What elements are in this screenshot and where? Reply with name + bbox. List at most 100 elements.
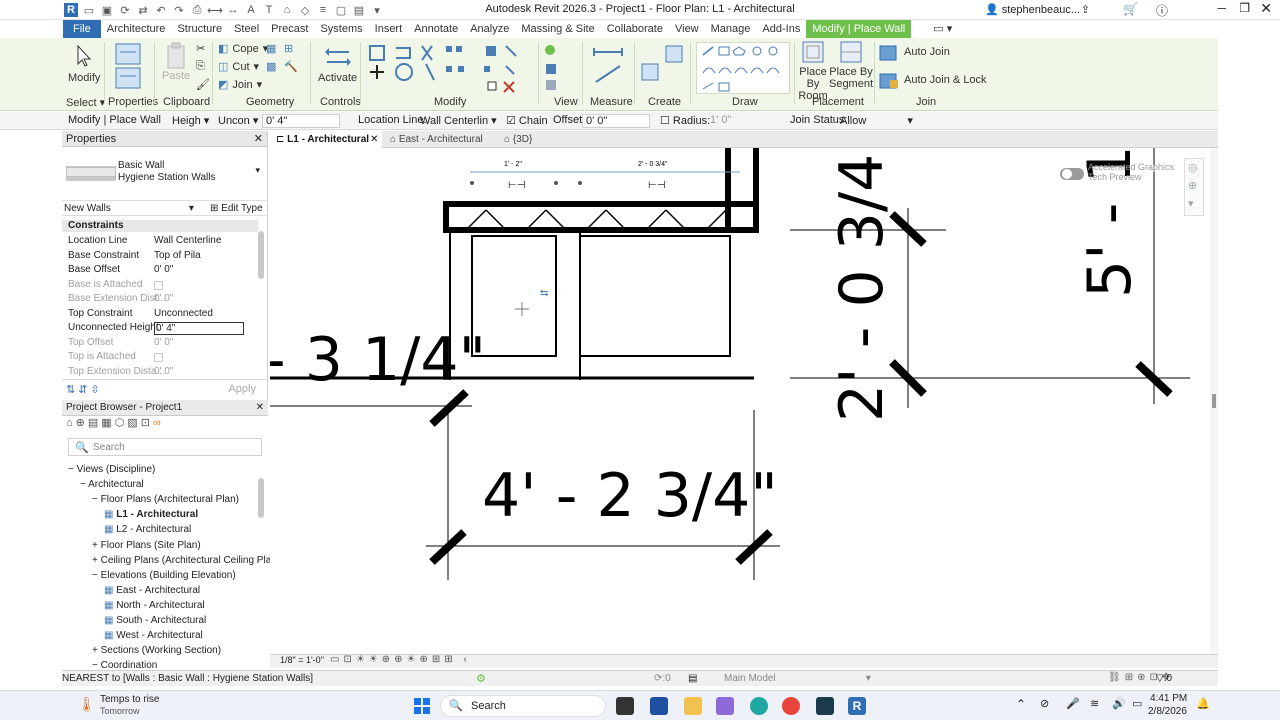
ribbon-minimize-toggle[interactable]: ▭ ▾ <box>927 20 958 38</box>
weather-icon[interactable]: 🌡 <box>78 696 96 713</box>
properties-scrollbar[interactable] <box>258 231 264 279</box>
property-row[interactable]: Top is Attached <box>68 351 246 365</box>
tree-views-discipline[interactable]: − Views (Discipline) <box>68 464 155 475</box>
tree-east[interactable]: ▦ East - Architectural <box>104 585 200 596</box>
tree-ceiling-plans[interactable]: + Ceiling Plans (Architectural Ceiling P… <box>92 555 271 566</box>
tab-insert[interactable]: Insert <box>369 20 409 38</box>
volume-icon[interactable]: 🔊 <box>1112 697 1126 710</box>
auto-join-lock-button[interactable]: Auto Join & Lock <box>878 70 987 90</box>
tree-l2-architectural[interactable]: ▦ L2 - Architectural <box>104 524 191 535</box>
steering-wheel-icon[interactable]: ◎ <box>1188 161 1198 174</box>
collapse-icon[interactable]: − <box>80 479 88 490</box>
property-value[interactable] <box>154 353 163 362</box>
offset-input[interactable]: 0' 0" <box>582 114 650 128</box>
demolish-icon[interactable]: 🔨 <box>284 60 298 73</box>
type-selector[interactable]: Basic Wall Hygiene Station Walls ▾ <box>64 149 266 199</box>
expand-icon[interactable]: + <box>92 645 101 656</box>
edit-type-button[interactable]: ⊞ Edit Type <box>210 203 263 214</box>
views-icon[interactable]: ▤ <box>88 417 101 429</box>
unconnected-dropdown[interactable]: Uncon ▾ <box>218 114 258 127</box>
store-icon[interactable] <box>650 697 668 715</box>
tab-steel[interactable]: Steel <box>228 20 265 38</box>
properties-button[interactable] <box>114 42 142 92</box>
activate-button[interactable]: Activate <box>318 42 357 84</box>
expand-icon[interactable]: + <box>92 555 101 566</box>
radius-input[interactable]: 1' 0" <box>710 114 731 126</box>
drawing-canvas[interactable]: 1' - 2" 2' - 0 3/4" ⊢⊣ ⊢⊣ ⇆ - 3 1/4" 4' -… <box>270 148 1210 654</box>
cart-icon[interactable]: 🛒 <box>1123 2 1138 16</box>
tab-structure[interactable]: Structure <box>171 20 228 38</box>
user-account[interactable]: 👤 stephenbeauc... <box>985 3 1080 16</box>
browser-scrollbar[interactable] <box>258 478 264 518</box>
browser-search[interactable]: 🔍 Search <box>68 438 262 456</box>
vertical-scrollbar[interactable] <box>1210 148 1218 654</box>
modify-button[interactable]: Modify <box>68 44 100 84</box>
cut-button[interactable]: ◫ Cut ▾ <box>218 60 259 74</box>
tab-architecture[interactable]: Architecture <box>101 20 172 38</box>
minimize-button[interactable]: ─ <box>1217 1 1226 15</box>
tab-collaborate[interactable]: Collaborate <box>601 20 669 38</box>
tab-view[interactable]: View <box>669 20 705 38</box>
tab-east-architectural[interactable]: ⌂ East - Architectural <box>384 131 494 148</box>
copy-clipboard-icon[interactable]: ⎘ <box>196 60 205 73</box>
tree-architectural[interactable]: − Architectural <box>80 479 144 490</box>
design-options-icon[interactable]: ▤ <box>688 673 697 684</box>
property-row[interactable]: Base Constraint Top of Pila <box>68 250 246 264</box>
revit-links-icon[interactable]: ∞ <box>153 417 164 429</box>
property-value[interactable]: 0' 4" <box>154 322 244 335</box>
model-dropdown[interactable]: Main Model ▾ <box>724 673 871 684</box>
photos-icon[interactable] <box>716 697 734 715</box>
tab-massing-site[interactable]: Massing & Site <box>515 20 600 38</box>
network-off-icon[interactable]: ⊘ <box>1040 697 1049 710</box>
constraints-section[interactable]: Constraints <box>62 220 258 232</box>
tab-add-ins[interactable]: Add-Ins <box>756 20 806 38</box>
property-row[interactable]: Base is Attached <box>68 279 246 293</box>
view-controls-icons[interactable]: ▭⊡☀☀⊕⊕☀⊕⊞⊞ ‹ <box>330 654 471 665</box>
property-row[interactable]: Top Offset 0' 0" <box>68 337 246 351</box>
wall-joins-icon[interactable]: ⊞ <box>284 42 293 55</box>
notifications-icon[interactable]: 🔔 <box>1196 697 1210 710</box>
property-value[interactable]: Wall Centerline <box>154 235 221 246</box>
chain-checkbox[interactable]: ☑ Chain <box>506 114 548 127</box>
tree-floor-plans-site[interactable]: + Floor Plans (Site Plan) <box>92 540 201 551</box>
help-icon[interactable]: ⓘ <box>1156 2 1168 19</box>
edge-icon[interactable] <box>750 697 768 715</box>
close-icon[interactable]: ✕ <box>256 400 264 416</box>
families-icon[interactable]: ⬡ <box>115 417 128 429</box>
tab-analyze[interactable]: Analyze <box>464 20 515 38</box>
show-hidden-icons[interactable]: ⌃ <box>1016 697 1026 711</box>
tab-annotate[interactable]: Annotate <box>408 20 464 38</box>
editable-count[interactable]: ⟳:0 <box>654 673 671 684</box>
tree-south[interactable]: ▦ South - Architectural <box>104 615 206 626</box>
height-value-input[interactable]: 0' 4" <box>262 114 340 128</box>
location-line-dropdown[interactable]: Wall Centerlin ▾ <box>420 114 497 127</box>
tree-l1-architectural[interactable]: ▦ L1 - Architectural <box>104 509 198 520</box>
property-value[interactable] <box>154 280 163 290</box>
property-value[interactable]: 0' 0" <box>154 337 173 348</box>
tab-3d[interactable]: ⌂ {3D} <box>498 131 558 148</box>
home-icon[interactable]: ⌂ <box>66 417 76 429</box>
worksets-icon[interactable]: ⚙ <box>476 672 486 685</box>
radius-checkbox[interactable]: ☐ Radius: <box>660 114 710 127</box>
apply-button[interactable]: Apply <box>228 383 256 395</box>
terminal-icon[interactable] <box>816 697 834 715</box>
task-view-icon[interactable] <box>616 697 634 715</box>
join-button[interactable]: ◩ Join ▾ <box>218 78 262 92</box>
auto-join-button[interactable]: Auto Join <box>878 42 950 62</box>
select-panel-label[interactable]: Select ▾ <box>66 96 105 109</box>
tree-floor-plans-arch[interactable]: − Floor Plans (Architectural Plan) <box>92 494 239 505</box>
property-value[interactable]: Top of Pila <box>154 250 201 261</box>
clock-date[interactable]: 2/8/2026 <box>1148 706 1187 717</box>
sort-icon[interactable]: ⇅ ⇵ ⇳ <box>66 383 100 396</box>
property-value[interactable]: 0' 0" <box>154 366 173 377</box>
collapse-icon[interactable]: − <box>92 494 101 505</box>
match-type-icon[interactable]: 🖌 <box>196 78 210 91</box>
property-row[interactable]: Base Offset 0' 0" <box>68 264 246 278</box>
share-icon[interactable]: ⇪ <box>1081 3 1090 16</box>
cope-button[interactable]: ◧ Cope ▾ <box>218 42 268 56</box>
file-explorer-icon[interactable] <box>684 697 702 715</box>
property-value[interactable]: 0' 0" <box>154 293 173 304</box>
join-status-dropdown[interactable]: Allow ▾ <box>840 114 913 127</box>
property-row[interactable]: Location Line Wall Centerline <box>68 235 246 249</box>
revit-taskbar-icon[interactable]: R <box>848 697 866 715</box>
